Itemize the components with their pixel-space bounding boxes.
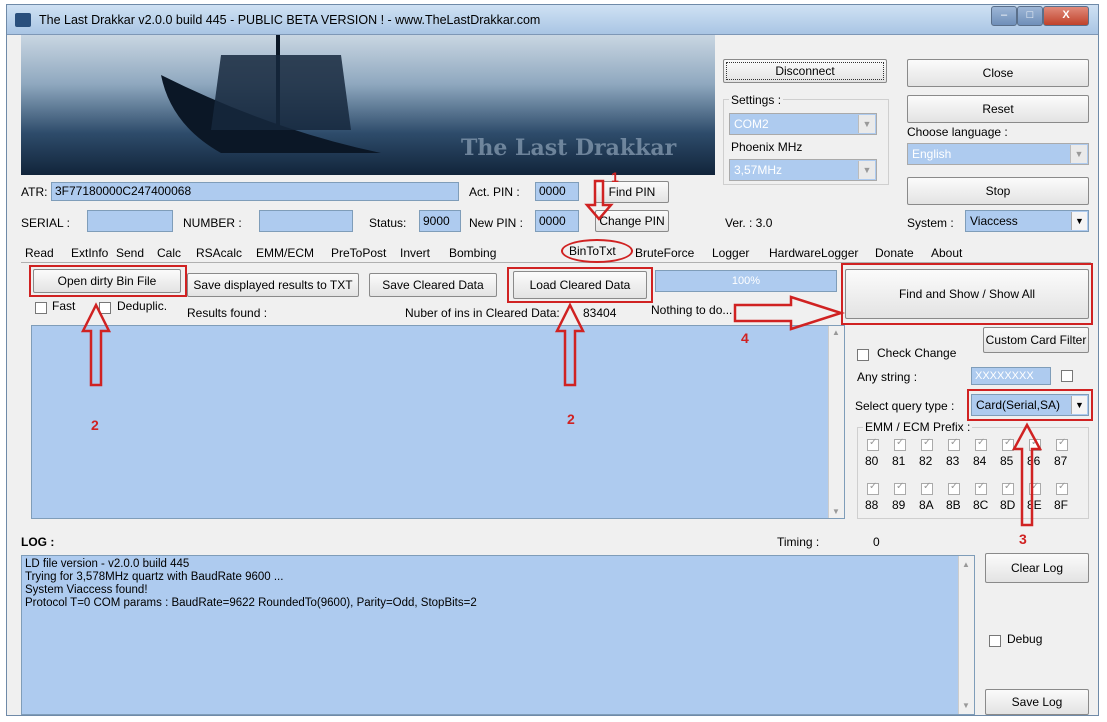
annotation-2b: 2: [567, 411, 575, 427]
annotation-2a: 2: [91, 417, 99, 433]
annotation-1: 1: [611, 169, 619, 185]
annotation-3: 3: [1019, 531, 1027, 547]
main-window: The Last Drakkar v2.0.0 build 445 - PUBL…: [6, 4, 1099, 716]
annotation-4: 4: [741, 330, 749, 346]
annotation-arrows: [80, 179, 1043, 527]
